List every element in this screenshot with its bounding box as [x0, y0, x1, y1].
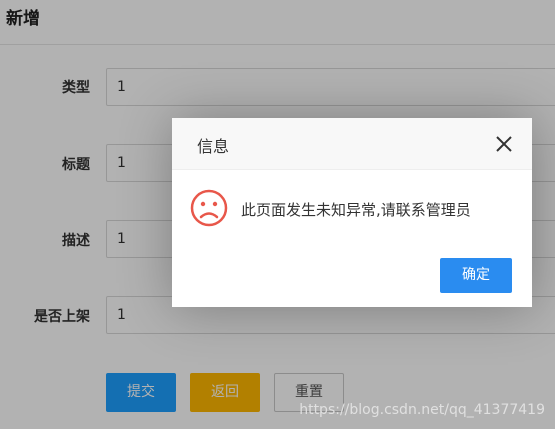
sad-face-icon — [189, 188, 229, 228]
watermark: https://blog.csdn.net/qq_41377419 — [299, 402, 545, 418]
dialog-header: 信息 — [172, 118, 532, 170]
dialog-title: 信息 — [197, 137, 230, 156]
close-icon[interactable] — [495, 135, 513, 153]
info-dialog: 信息 此页面发生未知异常,请联系管理员 确定 — [172, 118, 532, 307]
dialog-message: 此页面发生未知异常,请联系管理员 — [241, 201, 471, 219]
confirm-button[interactable]: 确定 — [440, 258, 512, 293]
